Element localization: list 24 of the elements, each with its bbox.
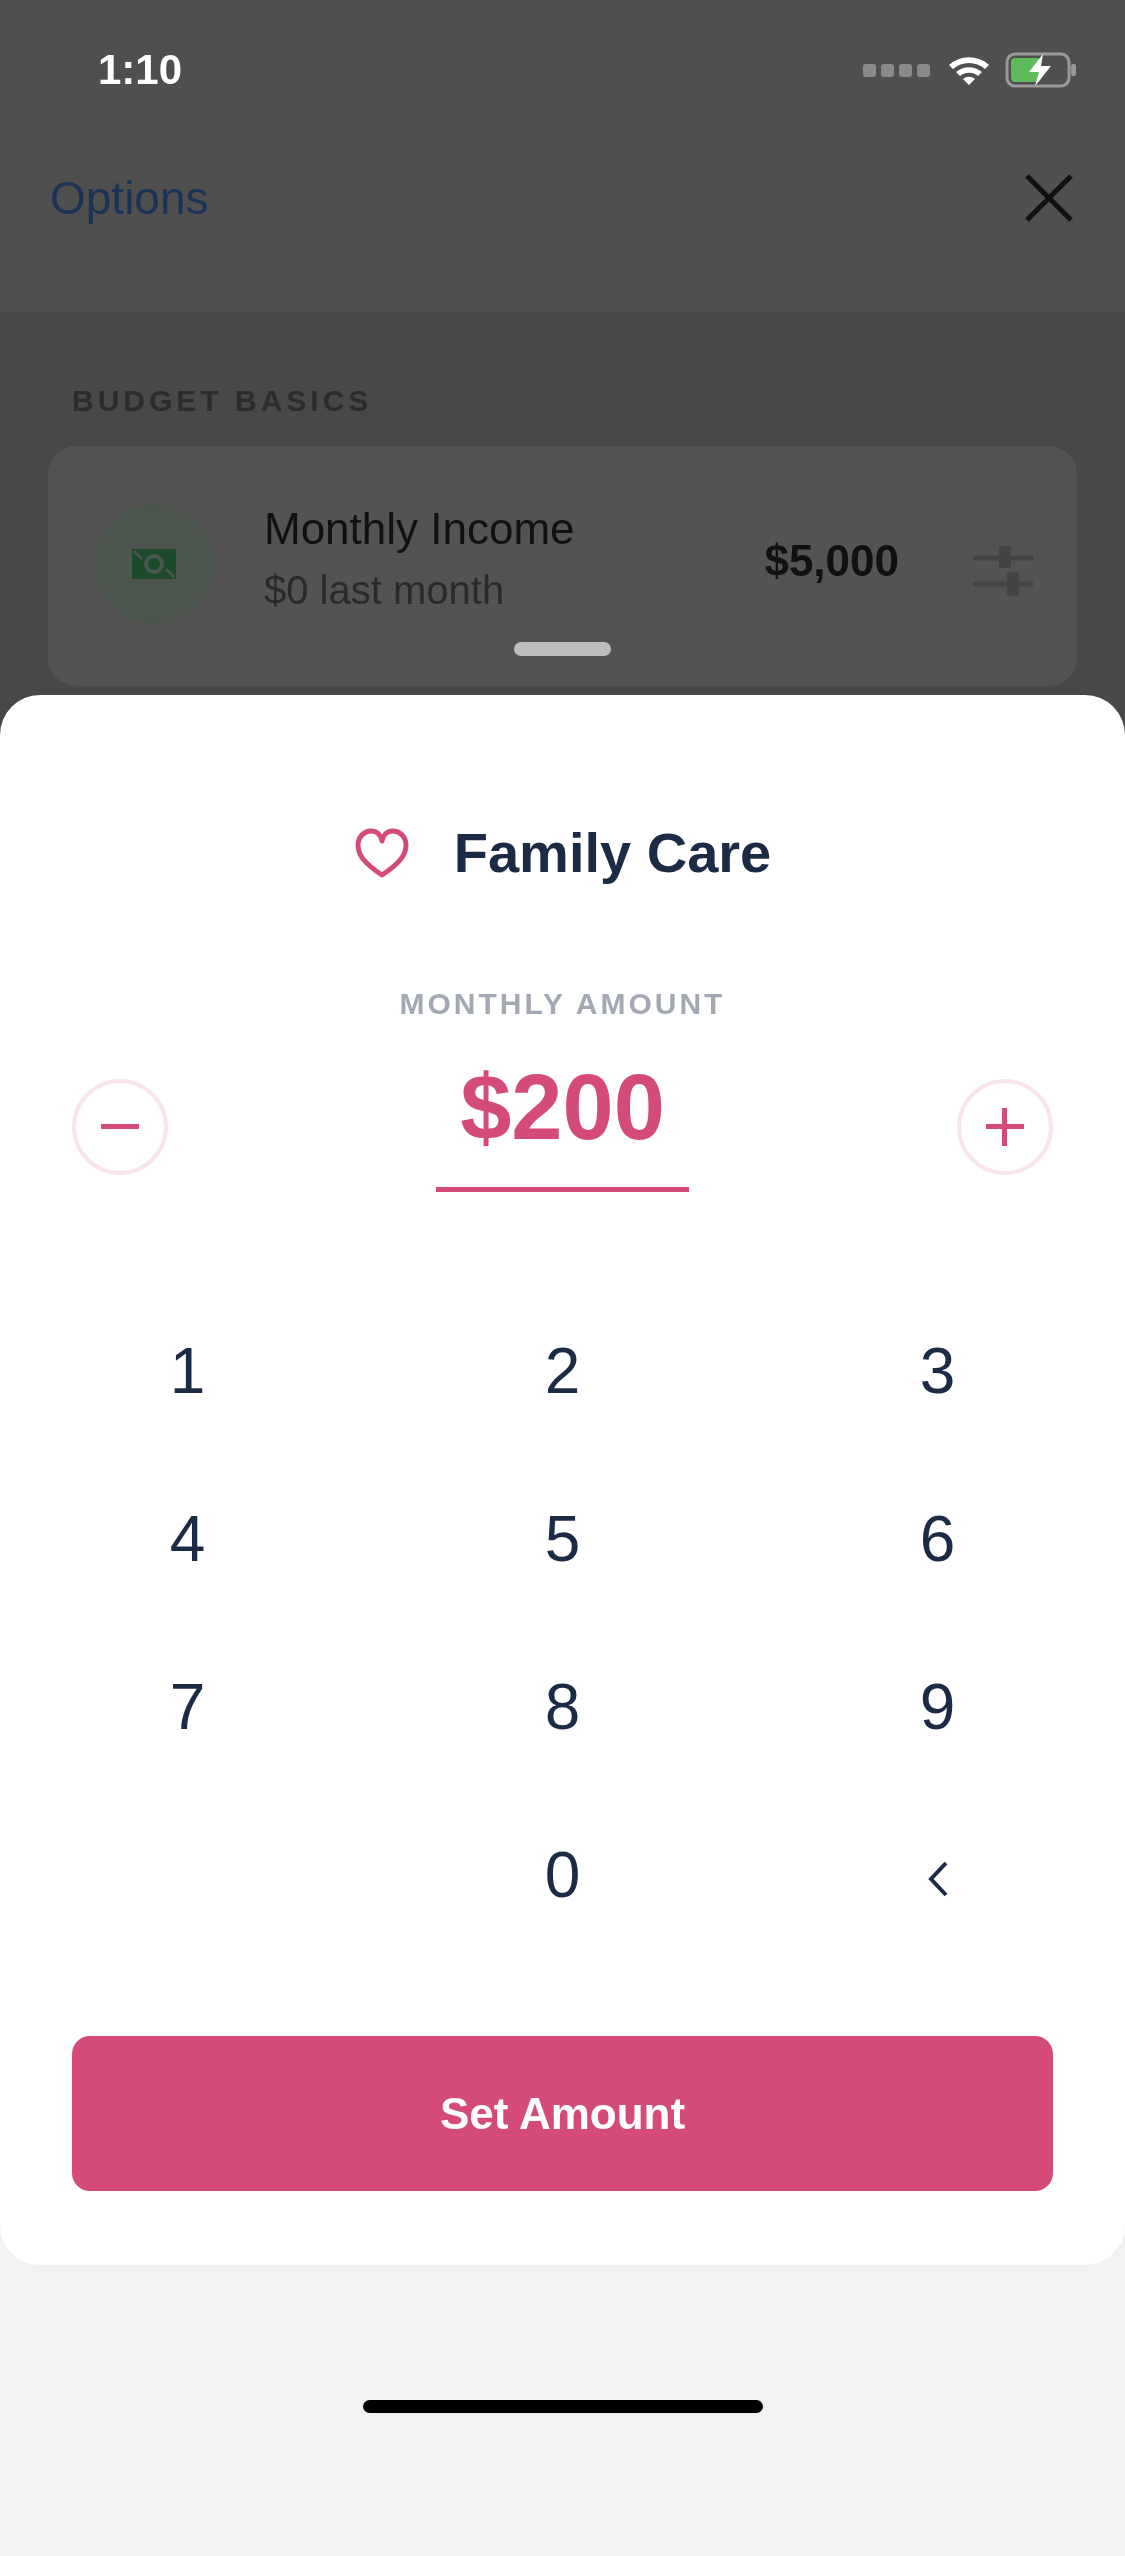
keypad-key[interactable]: 4	[0, 1472, 375, 1640]
set-amount-button[interactable]: Set Amount	[72, 2036, 1053, 2191]
keypad-key[interactable]: 0	[375, 1808, 750, 1976]
amount-label: MONTHLY AMOUNT	[399, 987, 726, 1021]
keypad-key[interactable]: 2	[375, 1304, 750, 1472]
close-icon[interactable]	[1025, 174, 1073, 222]
income-title: Monthly Income	[264, 504, 576, 554]
keypad-key[interactable]: 3	[750, 1304, 1125, 1472]
keypad-key[interactable]: 8	[375, 1640, 750, 1808]
chevron-left-icon	[926, 1860, 949, 1898]
keypad-key[interactable]: 7	[0, 1640, 375, 1808]
minus-icon	[101, 1123, 139, 1130]
keypad-key[interactable]: 6	[750, 1472, 1125, 1640]
sheet-handle[interactable]	[514, 642, 611, 656]
keypad-key[interactable]: 5	[375, 1472, 750, 1640]
keypad-key[interactable]: 1	[0, 1304, 375, 1472]
time: 1:10	[98, 46, 183, 94]
income-amount: $5,000	[764, 536, 899, 586]
plus-icon	[986, 1107, 1024, 1146]
amount-field[interactable]: $200	[436, 1061, 689, 1192]
heart-icon	[353, 826, 410, 879]
category-title: Family Care	[453, 820, 772, 885]
keypad-key[interactable]: 9	[750, 1640, 1125, 1808]
battery-icon	[1005, 52, 1077, 88]
